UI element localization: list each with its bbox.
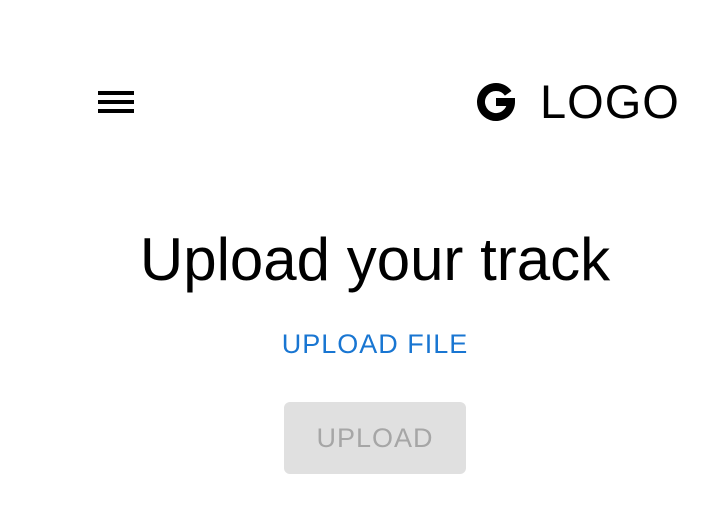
page-title: Upload your track: [139, 226, 611, 293]
hamburger-menu-icon-bar: [98, 100, 134, 104]
upload-button[interactable]: UPLOAD: [284, 402, 466, 474]
google-g-icon: [477, 83, 516, 121]
menu-button[interactable]: [92, 84, 140, 122]
brand: LOGO: [476, 76, 680, 128]
upload-file-button[interactable]: UPLOAD FILE: [262, 322, 488, 366]
hamburger-menu-icon-bar: [98, 109, 134, 113]
logo-text: LOGO: [540, 75, 680, 128]
hamburger-menu-icon: [98, 91, 134, 95]
